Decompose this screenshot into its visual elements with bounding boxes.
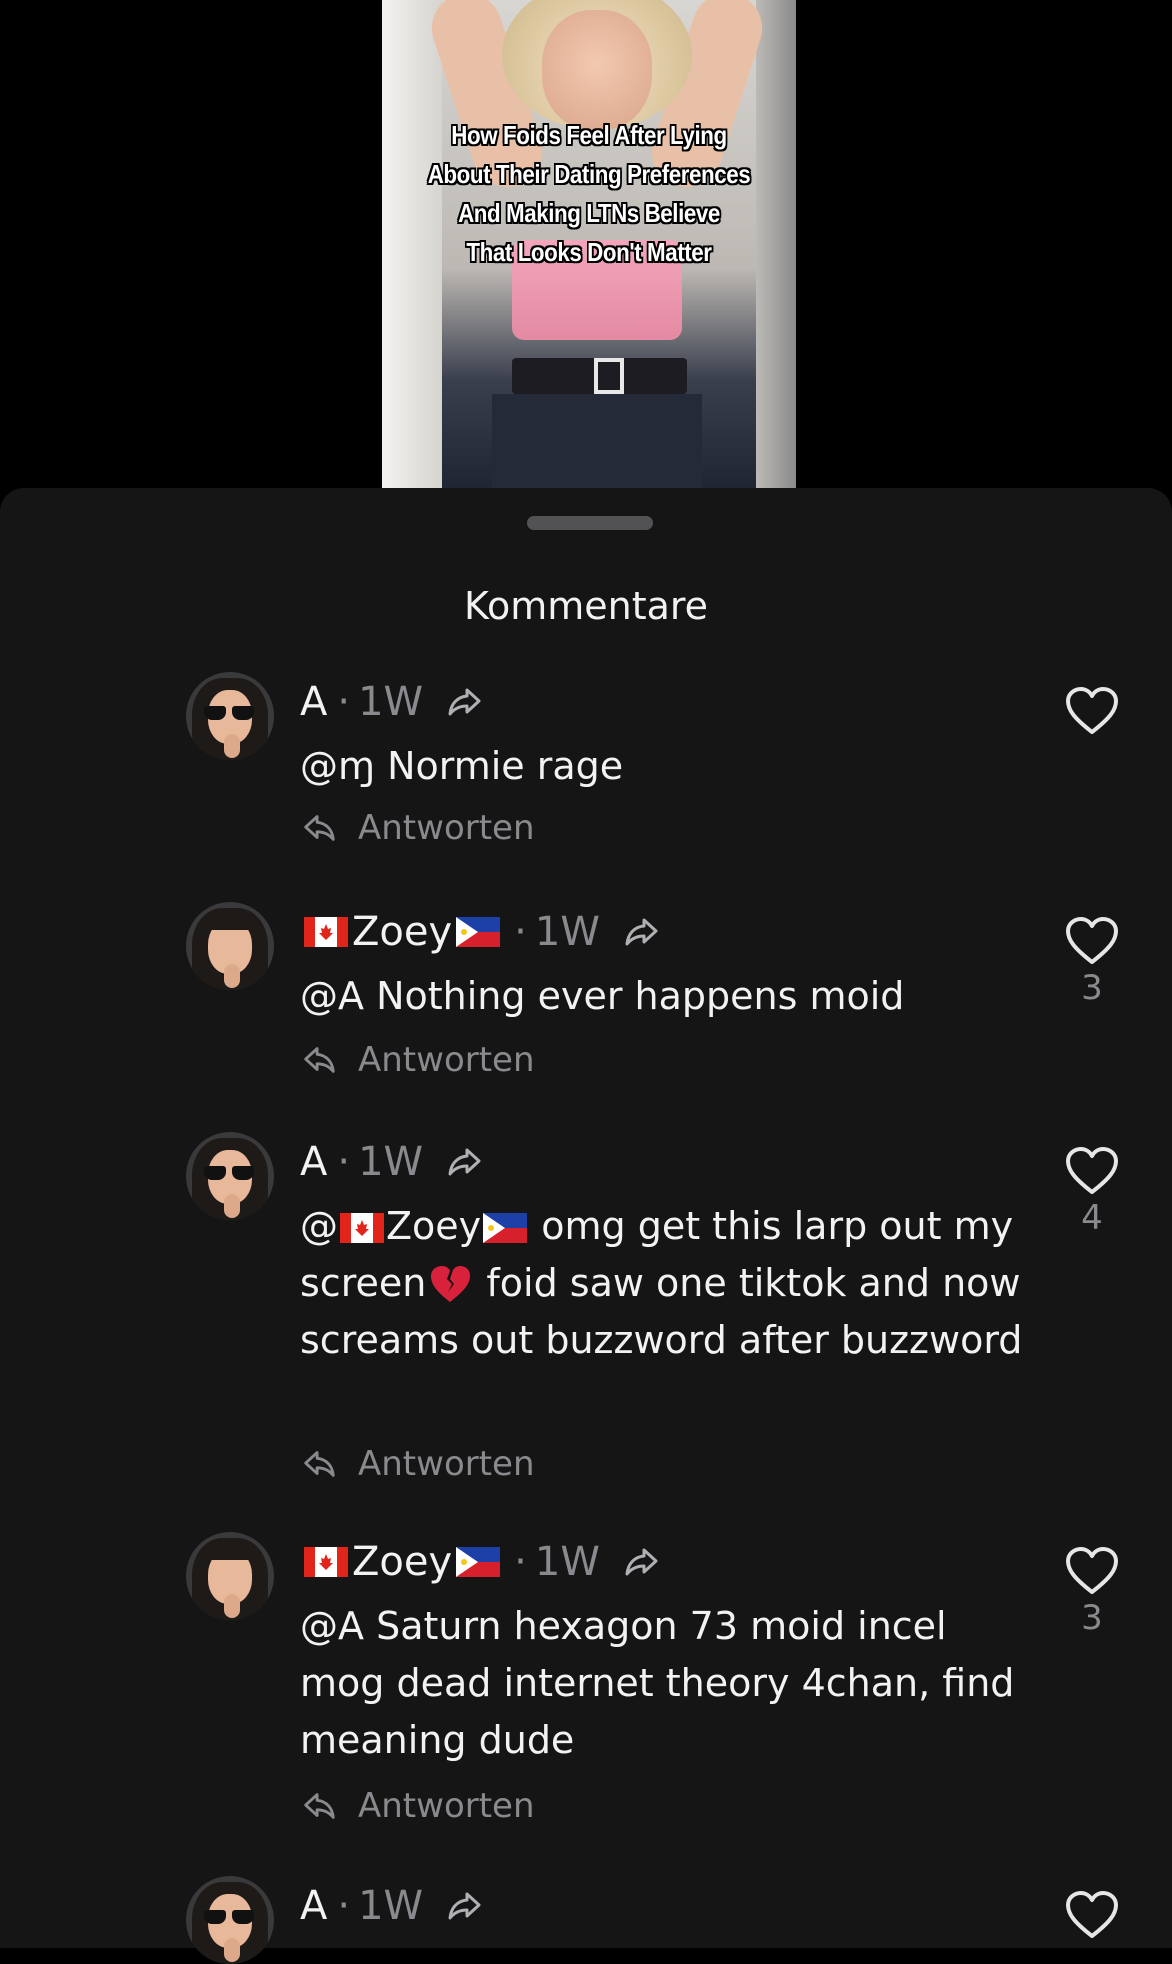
reply-button[interactable]: Antworten xyxy=(300,1442,535,1486)
avatar-hand xyxy=(224,964,240,988)
heart-icon[interactable] xyxy=(1064,1146,1120,1196)
video-buckle xyxy=(594,358,624,394)
comment-text: @A Nothing ever happens moid xyxy=(300,974,905,1018)
like-count: 3 xyxy=(1081,968,1103,1008)
reply-button[interactable]: Antworten xyxy=(300,1784,535,1828)
video-caption-line: About Their Dating Preferences xyxy=(427,159,751,189)
like-count: 4 xyxy=(1081,1198,1103,1238)
comment-author[interactable]: A xyxy=(300,679,327,725)
comment-author[interactable]: A xyxy=(300,1139,327,1185)
sunglasses-icon xyxy=(204,1166,256,1180)
reply-icon xyxy=(304,1047,335,1073)
reply-label: Antworten xyxy=(358,1444,535,1484)
heart-icon[interactable] xyxy=(1064,1890,1120,1940)
comment-time: 1W xyxy=(358,1883,424,1929)
avatar[interactable] xyxy=(186,672,274,760)
share-icon[interactable] xyxy=(622,1542,662,1582)
video-thumbnail[interactable]: How Foids Feel After Lying About Their D… xyxy=(382,0,796,488)
comment-time: 1W xyxy=(358,679,424,725)
comment-header: Zoey · 1W xyxy=(300,902,662,962)
canada-flag-icon xyxy=(304,1547,348,1577)
avatar-bangs xyxy=(206,916,254,930)
reply-label: Antworten xyxy=(358,1786,535,1826)
video-caption-line: How Foids Feel After Lying xyxy=(451,120,727,150)
comment-text: @A Saturn hexagon 73 moid incel mog dead… xyxy=(300,1604,1015,1762)
separator-dot: · xyxy=(337,679,351,725)
sheet-title: Kommentare xyxy=(463,584,709,628)
avatar-hand xyxy=(224,1938,240,1962)
avatar[interactable] xyxy=(186,1532,274,1620)
philippines-flag-icon xyxy=(483,1213,528,1243)
avatar[interactable] xyxy=(186,902,274,990)
separator-dot: · xyxy=(514,909,527,955)
sunglasses-icon xyxy=(204,706,256,720)
comment-author[interactable]: A xyxy=(300,1883,327,1929)
comment-time: 1W xyxy=(358,1139,424,1185)
reply-label: Antworten xyxy=(358,1040,535,1080)
video-caption-line: And Making LTNs Believe xyxy=(458,198,720,228)
canada-flag-icon xyxy=(304,917,348,947)
reply-label: Antworten xyxy=(358,808,535,848)
broken-heart-icon xyxy=(431,1266,471,1302)
video-face xyxy=(542,10,652,130)
comment-header: A · 1W xyxy=(300,1876,485,1936)
reply-button[interactable]: Antworten xyxy=(300,1038,535,1082)
sunglasses-icon xyxy=(204,1910,256,1924)
video-caption-line: That Looks Don't Matter xyxy=(466,237,712,267)
video-area[interactable]: How Foids Feel After Lying About Their D… xyxy=(0,0,1172,490)
share-icon[interactable] xyxy=(445,1142,485,1182)
like-count: 3 xyxy=(1081,1598,1103,1638)
reply-button[interactable]: Antworten xyxy=(300,806,535,850)
philippines-flag-icon xyxy=(456,917,501,947)
separator-dot: · xyxy=(514,1539,527,1585)
comment-author[interactable]: Zoey xyxy=(352,909,452,955)
share-icon[interactable] xyxy=(445,682,485,722)
heart-icon[interactable] xyxy=(1064,916,1120,966)
comment-text: @ɱ Normie rage xyxy=(300,744,624,788)
comments-sheet: Kommentare A · 1W @ɱ Normie rage Antwort… xyxy=(0,488,1172,1964)
mention-prefix: @ xyxy=(300,1204,338,1248)
sheet-drag-handle[interactable] xyxy=(527,516,653,530)
avatar-hand xyxy=(224,1594,240,1618)
comment-time: 1W xyxy=(534,909,600,955)
share-icon[interactable] xyxy=(445,1886,485,1926)
reply-icon xyxy=(304,815,335,841)
video-jeans xyxy=(492,394,702,488)
comment-time: 1W xyxy=(534,1539,600,1585)
reply-icon xyxy=(304,1793,335,1819)
reply-icon xyxy=(304,1451,335,1477)
philippines-flag-icon xyxy=(456,1547,501,1577)
share-icon[interactable] xyxy=(622,912,662,952)
comment-author[interactable]: Zoey xyxy=(352,1539,452,1585)
comment-text: @ Zoey omg get this larp out my screen fo… xyxy=(300,1198,1040,1369)
comment-header: A · 1W xyxy=(300,1132,485,1192)
comment-header: A · 1W xyxy=(300,672,485,732)
avatar-bangs xyxy=(206,1546,254,1560)
video-caption: How Foids Feel After Lying About Their D… xyxy=(411,116,767,272)
mention-name[interactable]: Zoey xyxy=(386,1204,481,1248)
canada-flag-icon xyxy=(340,1213,384,1243)
avatar[interactable] xyxy=(186,1132,274,1220)
heart-icon[interactable] xyxy=(1064,686,1120,736)
separator-dot: · xyxy=(337,1883,351,1929)
avatar[interactable] xyxy=(186,1876,274,1964)
heart-icon[interactable] xyxy=(1064,1546,1120,1596)
avatar-hand xyxy=(224,1194,240,1218)
comment-header: Zoey · 1W xyxy=(300,1532,662,1592)
separator-dot: · xyxy=(337,1139,351,1185)
avatar-hand xyxy=(224,734,240,758)
